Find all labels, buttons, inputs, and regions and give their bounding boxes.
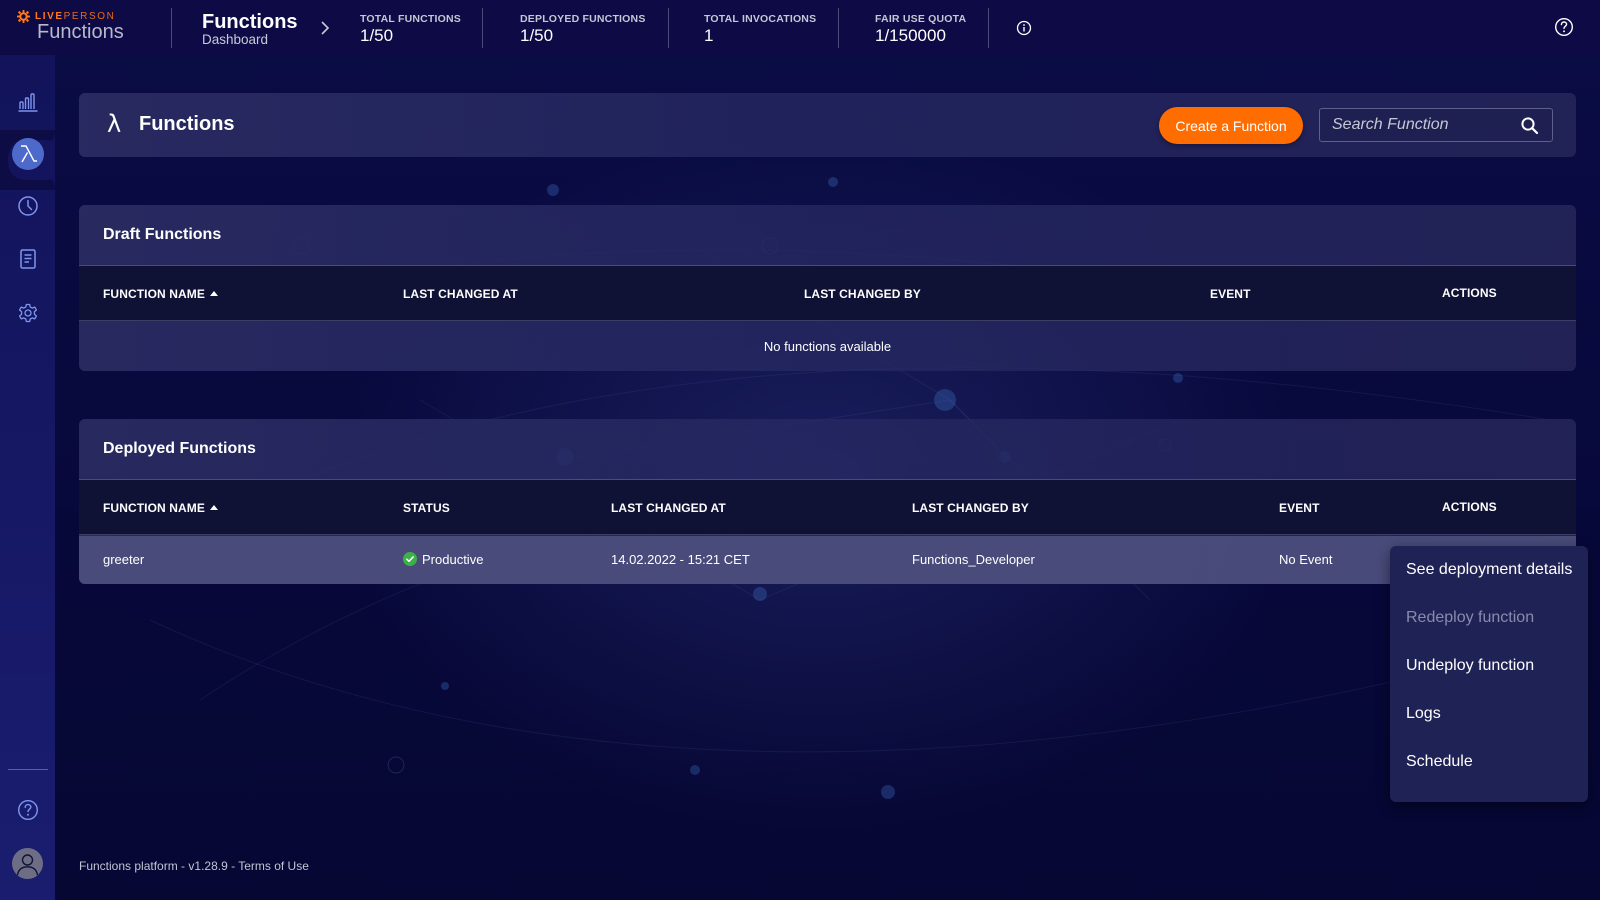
- stat-total-functions: TOTAL FUNCTIONS 1/50: [360, 13, 461, 45]
- search-input[interactable]: [1332, 115, 1512, 135]
- bar-chart-icon: [18, 93, 37, 112]
- menu-item-undeploy-function[interactable]: Undeploy function: [1390, 654, 1588, 702]
- info-icon[interactable]: [1016, 20, 1032, 36]
- column-header-function-name[interactable]: FUNCTION NAME: [103, 287, 218, 301]
- liveperson-sun-icon: [17, 9, 30, 23]
- stat-total-invocations: TOTAL INVOCATIONS 1: [704, 13, 817, 45]
- stat-fair-use-quota: FAIR USE QUOTA 1/150000: [875, 13, 967, 45]
- search-icon[interactable]: [1520, 116, 1540, 136]
- divider: [838, 8, 839, 48]
- sidebar-item-analytics[interactable]: [0, 81, 55, 121]
- breadcrumb: Functions Dashboard: [202, 11, 298, 47]
- document-icon: [19, 249, 36, 269]
- terms-of-use-link[interactable]: Terms of Use: [238, 859, 309, 873]
- stat-deployed-functions: DEPLOYED FUNCTIONS 1/50: [520, 13, 646, 45]
- top-bar: LIVEPERSON Functions Functions Dashboard…: [0, 0, 1600, 55]
- column-header-event: EVENT: [1210, 287, 1251, 301]
- table-header: FUNCTION NAME LAST CHANGED AT LAST CHANG…: [79, 265, 1576, 321]
- menu-item-logs[interactable]: Logs: [1390, 702, 1588, 750]
- brand-name: LIVEPERSON: [35, 10, 116, 22]
- divider: [988, 8, 989, 48]
- breadcrumb-title[interactable]: Functions: [202, 11, 298, 33]
- status-badge: Productive: [403, 552, 483, 567]
- empty-state-message: No functions available: [763, 339, 892, 354]
- deployed-functions-table: Deployed Functions FUNCTION NAME STATUS …: [79, 419, 1576, 584]
- footer: Functions platform - v1.28.9 - Terms of …: [79, 859, 309, 873]
- menu-item-see-deployment-details[interactable]: See deployment details: [1390, 558, 1588, 606]
- sidebar-divider: [8, 769, 48, 770]
- section-title: Draft Functions: [103, 226, 222, 243]
- sort-ascending-icon: [209, 291, 218, 296]
- column-header-actions: ACTIONS: [1442, 286, 1497, 300]
- help-icon[interactable]: [1554, 17, 1574, 37]
- sidebar-item-documentation[interactable]: [0, 239, 55, 279]
- search-function-field[interactable]: [1319, 108, 1553, 142]
- last-changed-by-cell: Functions_Developer: [912, 552, 1035, 567]
- actions-menu: See deployment details Redeploy function…: [1390, 546, 1588, 802]
- page-header: λ Functions Create a Function: [79, 93, 1576, 157]
- lambda-icon: λ: [107, 110, 122, 138]
- sidebar: [0, 55, 55, 900]
- section-title: Deployed Functions: [103, 440, 256, 457]
- table-row[interactable]: greeter Productive 14.02.2022 - 15:21 CE…: [79, 536, 1576, 584]
- table-header: FUNCTION NAME STATUS LAST CHANGED AT LAS…: [79, 479, 1576, 535]
- check-circle-icon: [403, 552, 417, 566]
- platform-name: Functions platform: [79, 859, 178, 873]
- sidebar-item-history[interactable]: [0, 186, 55, 226]
- menu-item-schedule[interactable]: Schedule: [1390, 750, 1588, 798]
- draft-functions-table: Draft Functions FUNCTION NAME LAST CHANG…: [79, 205, 1576, 371]
- menu-item-redeploy-function: Redeploy function: [1406, 609, 1535, 626]
- help-icon: [17, 799, 38, 821]
- sidebar-item-settings[interactable]: [0, 293, 55, 333]
- gear-icon: [18, 303, 37, 323]
- user-avatar-icon[interactable]: [12, 848, 43, 879]
- divider: [482, 8, 483, 48]
- function-name-cell[interactable]: greeter: [103, 552, 144, 567]
- user-silhouette-icon: [16, 854, 39, 876]
- divider: [668, 8, 669, 48]
- column-header-event: EVENT: [1279, 501, 1320, 515]
- sidebar-item-help[interactable]: [0, 790, 55, 830]
- event-cell: No Event: [1279, 552, 1333, 567]
- divider: [171, 8, 172, 48]
- column-header-function-name[interactable]: FUNCTION NAME: [103, 501, 218, 515]
- liveperson-functions-logo[interactable]: LIVEPERSON Functions: [17, 9, 157, 47]
- page-title: Functions: [139, 113, 235, 135]
- column-header-last-changed-at: LAST CHANGED AT: [403, 287, 518, 301]
- clock-icon: [17, 196, 38, 216]
- column-header-last-changed-at: LAST CHANGED AT: [611, 501, 726, 515]
- breadcrumb-subtitle: Dashboard: [202, 32, 269, 47]
- platform-version: v1.28.9: [188, 859, 228, 873]
- last-changed-at-cell: 14.02.2022 - 15:21 CET: [611, 552, 750, 567]
- column-header-last-changed-by: LAST CHANGED BY: [912, 501, 1029, 515]
- product-name: Functions: [37, 21, 124, 43]
- sort-ascending-icon: [209, 505, 218, 510]
- create-function-button[interactable]: Create a Function: [1159, 107, 1303, 144]
- sidebar-item-functions[interactable]: [12, 138, 44, 170]
- chevron-right-icon: [321, 21, 330, 35]
- column-header-actions: ACTIONS: [1442, 500, 1497, 514]
- column-header-status: STATUS: [403, 501, 450, 515]
- column-header-last-changed-by: LAST CHANGED BY: [804, 287, 921, 301]
- lambda-icon: [21, 145, 37, 163]
